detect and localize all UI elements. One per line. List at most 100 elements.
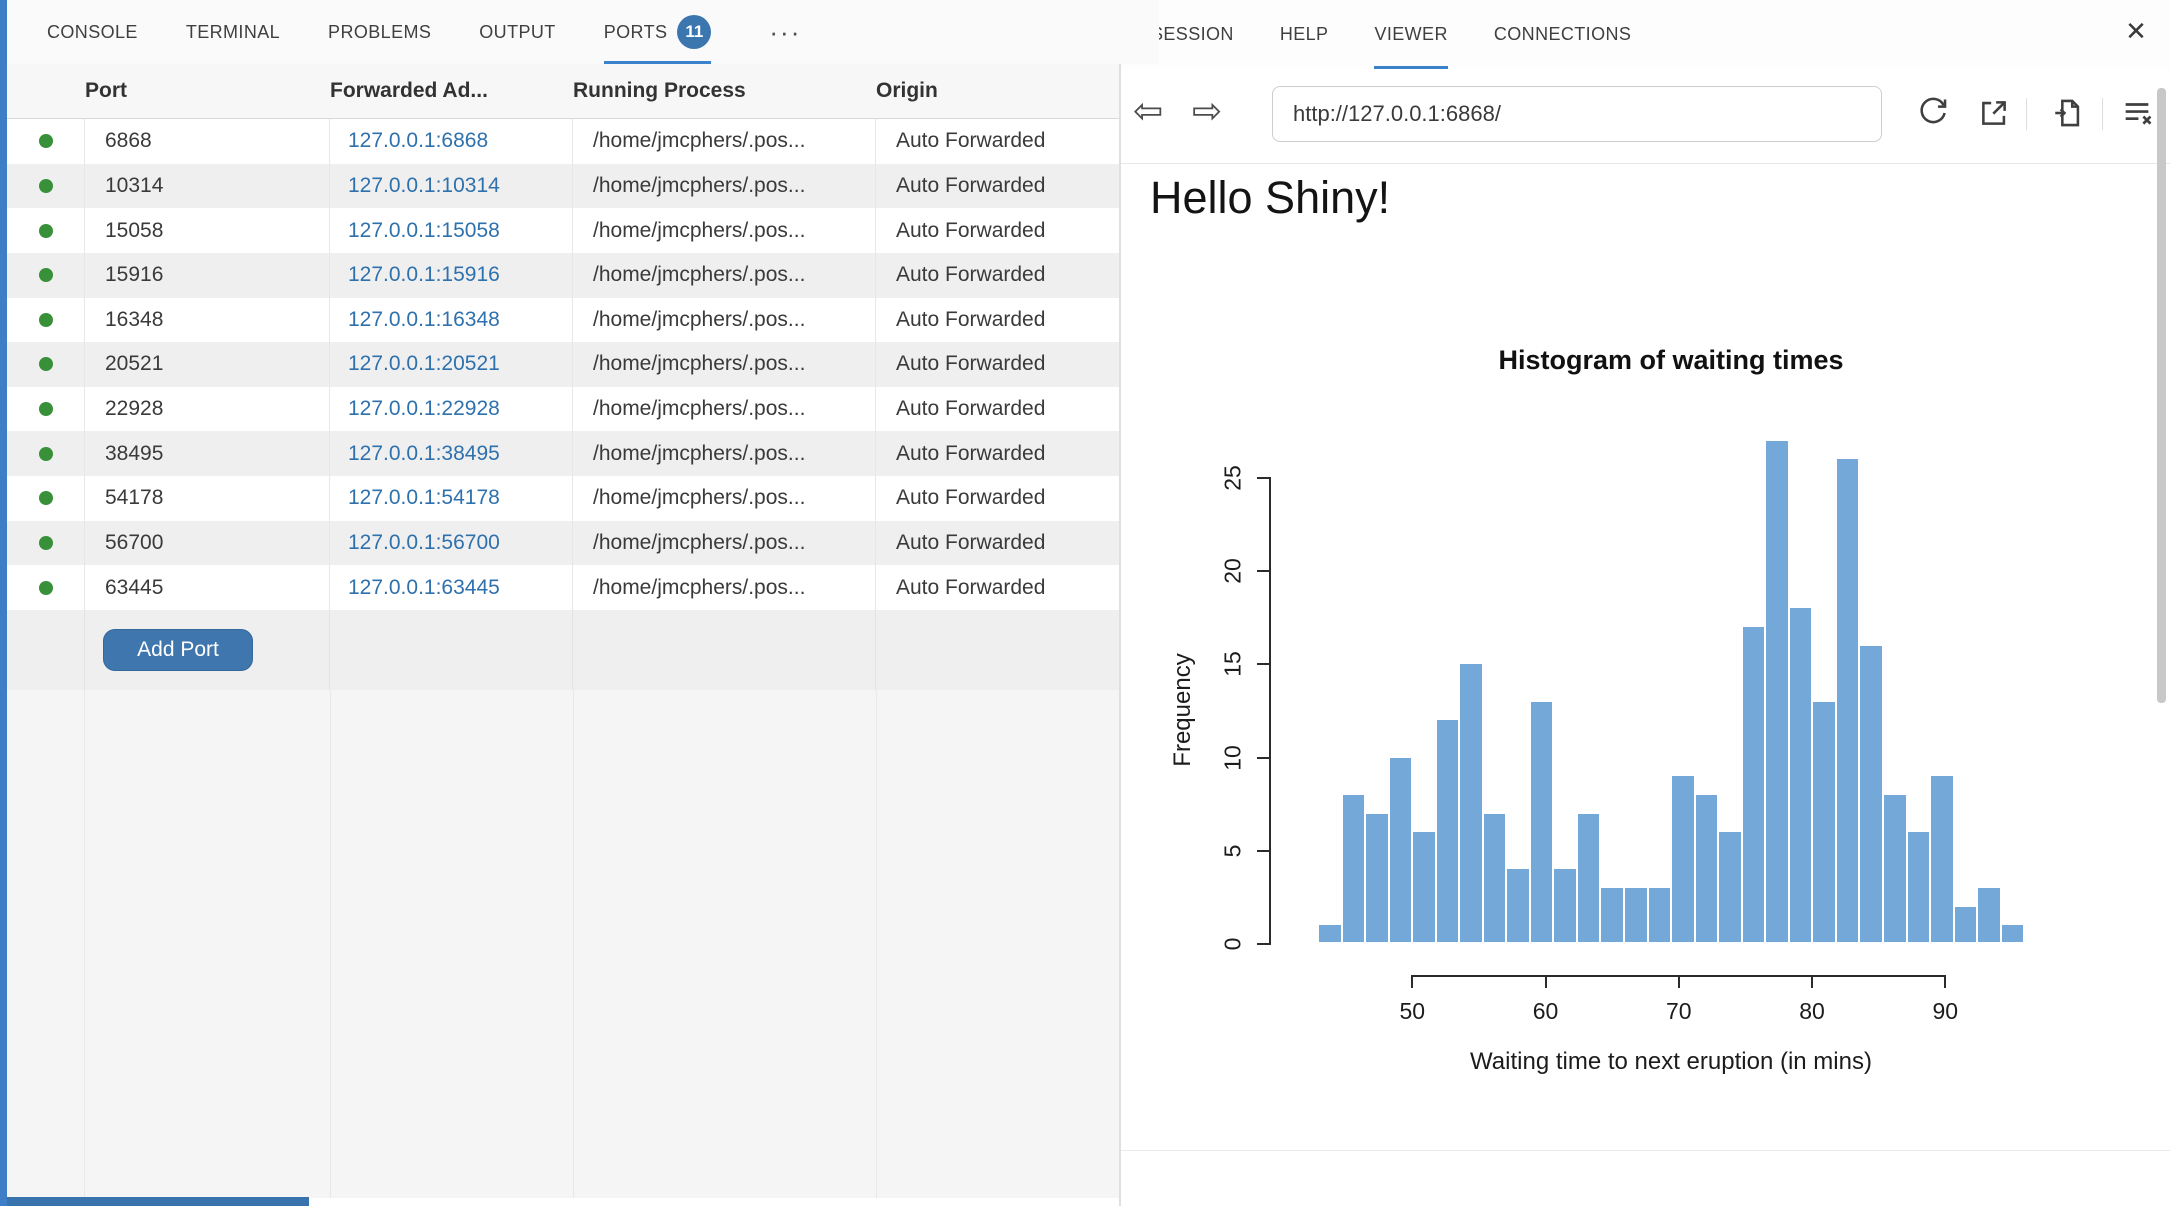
header-origin[interactable]: Origin [876, 79, 1118, 103]
shiny-app-title: Hello Shiny! [1150, 172, 1390, 224]
column-divider [876, 690, 877, 1198]
table-row[interactable]: 15058127.0.0.1:15058/home/jmcphers/.pos.… [7, 208, 1119, 253]
y-axis-tick-label: 10 [1220, 745, 1247, 771]
port-cell: 6868 [85, 119, 330, 164]
forwarded-address-link[interactable]: 127.0.0.1:54178 [330, 476, 573, 521]
running-process-cell: /home/jmcphers/.pos... [573, 387, 876, 432]
viewer-url-input[interactable] [1272, 86, 1882, 142]
table-row[interactable]: 16348127.0.0.1:16348/home/jmcphers/.pos.… [7, 298, 1119, 343]
port-cell: 10314 [85, 164, 330, 209]
add-port-row-cell [876, 610, 1118, 690]
tab-console[interactable]: CONSOLE [47, 0, 138, 64]
port-status-dot [7, 298, 85, 343]
forwarded-address-link[interactable]: 127.0.0.1:6868 [330, 119, 573, 164]
histogram-bar [1812, 701, 1836, 943]
port-status-dot [7, 342, 85, 387]
forwarded-address-link[interactable]: 127.0.0.1:56700 [330, 521, 573, 566]
header-forwarded-address[interactable]: Forwarded Ad... [330, 79, 573, 103]
ports-table-empty-area [7, 690, 1119, 1198]
port-status-dot [7, 431, 85, 476]
reload-icon[interactable] [1916, 96, 1950, 130]
forwarded-address-link[interactable]: 127.0.0.1:20521 [330, 342, 573, 387]
forwarded-address-link[interactable]: 127.0.0.1:16348 [330, 298, 573, 343]
add-port-row-cell [573, 610, 876, 690]
tab-output[interactable]: OUTPUT [479, 0, 555, 64]
table-row[interactable]: 6868127.0.0.1:6868/home/jmcphers/.pos...… [7, 119, 1119, 164]
tab-viewer[interactable]: VIEWER [1374, 0, 1447, 69]
navigate-forward-icon[interactable]: ⇨ [1192, 94, 1222, 130]
y-axis-tick [1257, 850, 1269, 852]
forwarded-address-link[interactable]: 127.0.0.1:15916 [330, 253, 573, 298]
table-row[interactable]: 10314127.0.0.1:10314/home/jmcphers/.pos.… [7, 164, 1119, 209]
vertical-scrollbar-thumb[interactable] [2157, 88, 2166, 703]
y-axis-tick-label: 0 [1220, 938, 1247, 951]
content-divider [1121, 1150, 2170, 1151]
running-process-cell: /home/jmcphers/.pos... [573, 119, 876, 164]
histogram-bar [1600, 887, 1624, 943]
origin-cell: Auto Forwarded [876, 521, 1118, 566]
origin-cell: Auto Forwarded [876, 342, 1118, 387]
y-axis-tick-label: 20 [1220, 558, 1247, 584]
tab-ports[interactable]: PORTS 11 [604, 0, 712, 64]
open-external-icon[interactable] [1977, 96, 2011, 130]
table-row[interactable]: 38495127.0.0.1:38495/home/jmcphers/.pos.… [7, 431, 1119, 476]
toolbar-separator [2102, 98, 2103, 130]
chart-y-axis-label: Frequency [1169, 653, 1197, 766]
tab-help[interactable]: HELP [1280, 0, 1329, 69]
origin-cell: Auto Forwarded [876, 208, 1118, 253]
histogram-bar [1718, 831, 1742, 943]
histogram-bar [1742, 626, 1766, 943]
table-row[interactable]: 63445127.0.0.1:63445/home/jmcphers/.pos.… [7, 565, 1119, 610]
histogram-bar [1342, 794, 1366, 943]
tab-terminal[interactable]: TERMINAL [186, 0, 280, 64]
forwarded-address-link[interactable]: 127.0.0.1:63445 [330, 565, 573, 610]
horizontal-scrollbar-thumb[interactable] [7, 1197, 309, 1206]
panel-vertical-divider[interactable] [1119, 0, 1121, 1206]
open-in-editor-icon[interactable] [2051, 96, 2085, 130]
header-running-process[interactable]: Running Process [573, 79, 876, 103]
running-process-cell: /home/jmcphers/.pos... [573, 342, 876, 387]
port-cell: 56700 [85, 521, 330, 566]
table-row[interactable]: 15916127.0.0.1:15916/home/jmcphers/.pos.… [7, 253, 1119, 298]
tab-connections[interactable]: CONNECTIONS [1494, 0, 1631, 69]
chart-title: Histogram of waiting times [1498, 345, 1843, 376]
table-row[interactable]: 20521127.0.0.1:20521/home/jmcphers/.pos.… [7, 342, 1119, 387]
chart-x-axis-label: Waiting time to next eruption (in mins) [1470, 1048, 1872, 1076]
origin-cell: Auto Forwarded [876, 119, 1118, 164]
tab-problems[interactable]: PROBLEMS [328, 0, 431, 64]
port-status-dot [7, 565, 85, 610]
add-port-button[interactable]: Add Port [103, 629, 253, 671]
histogram-bar [1553, 868, 1577, 943]
port-cell: 22928 [85, 387, 330, 432]
table-row[interactable]: 54178127.0.0.1:54178/home/jmcphers/.pos.… [7, 476, 1119, 521]
port-status-dot [7, 387, 85, 432]
forwarded-address-link[interactable]: 127.0.0.1:10314 [330, 164, 573, 209]
header-port[interactable]: Port [85, 79, 330, 103]
forwarded-address-link[interactable]: 127.0.0.1:15058 [330, 208, 573, 253]
tab-session[interactable]: SESSION [1151, 0, 1234, 69]
panel-focus-accent-bar [0, 0, 7, 1206]
origin-cell: Auto Forwarded [876, 387, 1118, 432]
histogram-bar [1365, 813, 1389, 943]
navigate-back-icon[interactable]: ⇦ [1133, 94, 1163, 130]
table-row[interactable]: 22928127.0.0.1:22928/home/jmcphers/.pos.… [7, 387, 1119, 432]
more-actions-icon[interactable]: ··· [769, 17, 801, 48]
port-status-dot [7, 253, 85, 298]
port-cell: 15058 [85, 208, 330, 253]
x-axis-tick-label: 60 [1533, 998, 1559, 1025]
forwarded-address-link[interactable]: 127.0.0.1:22928 [330, 387, 573, 432]
x-axis-tick [1811, 975, 1813, 988]
close-panel-icon[interactable]: ✕ [2116, 12, 2156, 52]
clear-viewer-icon[interactable] [2120, 96, 2154, 130]
ports-table-rows: 6868127.0.0.1:6868/home/jmcphers/.pos...… [7, 119, 1119, 610]
y-axis-tick [1257, 477, 1269, 479]
x-axis-tick [1545, 975, 1547, 988]
histogram-bar [1530, 701, 1554, 943]
ports-table-header: Port Forwarded Ad... Running Process Ori… [7, 64, 1119, 119]
table-row[interactable]: 56700127.0.0.1:56700/home/jmcphers/.pos.… [7, 521, 1119, 566]
histogram-bar [2001, 924, 2025, 943]
add-port-row: Add Port [7, 610, 1119, 690]
origin-cell: Auto Forwarded [876, 565, 1118, 610]
y-axis-line [1269, 477, 1271, 945]
forwarded-address-link[interactable]: 127.0.0.1:38495 [330, 431, 573, 476]
